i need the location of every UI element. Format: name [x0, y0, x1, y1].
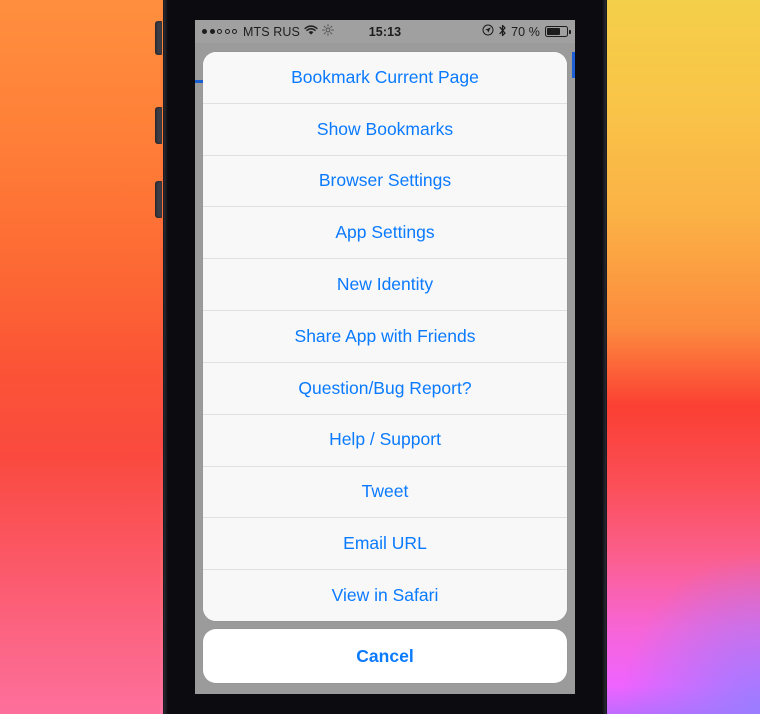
wallpaper-right-gradient: [600, 0, 760, 714]
action-sheet-menu-group: Bookmark Current Page Show Bookmarks Brows…: [203, 52, 567, 621]
action-sheet-item[interactable]: Browser Settings: [203, 155, 567, 208]
action-sheet-item[interactable]: Question/Bug Report?: [203, 362, 567, 415]
action-sheet-item[interactable]: Tweet: [203, 466, 567, 519]
action-sheet-item[interactable]: Email URL: [203, 518, 567, 571]
phone-right-edge: [602, 0, 606, 714]
page-progress-indicator-right: [572, 52, 575, 78]
action-sheet-item[interactable]: Help / Support: [203, 414, 567, 467]
action-sheet: Bookmark Current Page Show Bookmarks Brows…: [203, 52, 567, 683]
phone-device-frame: MTS RUS 15:13 70 % Bookmark Current Page…: [155, 0, 606, 714]
volume-up-button[interactable]: [155, 107, 162, 144]
action-sheet-item[interactable]: New Identity: [203, 259, 567, 312]
action-sheet-item[interactable]: Bookmark Current Page: [203, 52, 567, 104]
action-sheet-item[interactable]: Show Bookmarks: [203, 103, 567, 156]
mute-switch-button[interactable]: [155, 21, 162, 55]
status-bar-right: 70 %: [482, 20, 571, 43]
bluetooth-icon: [498, 24, 507, 40]
cancel-button[interactable]: Cancel: [203, 629, 567, 683]
phone-left-edge: [164, 0, 168, 714]
battery-icon: [545, 26, 571, 37]
battery-percentage-label: 70 %: [511, 24, 540, 39]
action-sheet-item[interactable]: View in Safari: [203, 570, 567, 621]
wallpaper-left-gradient: [0, 0, 160, 714]
action-sheet-item[interactable]: App Settings: [203, 207, 567, 260]
action-sheet-item[interactable]: Share App with Friends: [203, 311, 567, 363]
status-bar: MTS RUS 15:13 70 %: [195, 20, 575, 43]
volume-down-button[interactable]: [155, 181, 162, 218]
location-arrow-icon: [482, 24, 494, 39]
phone-screen: MTS RUS 15:13 70 % Bookmark Current Page…: [195, 20, 575, 694]
